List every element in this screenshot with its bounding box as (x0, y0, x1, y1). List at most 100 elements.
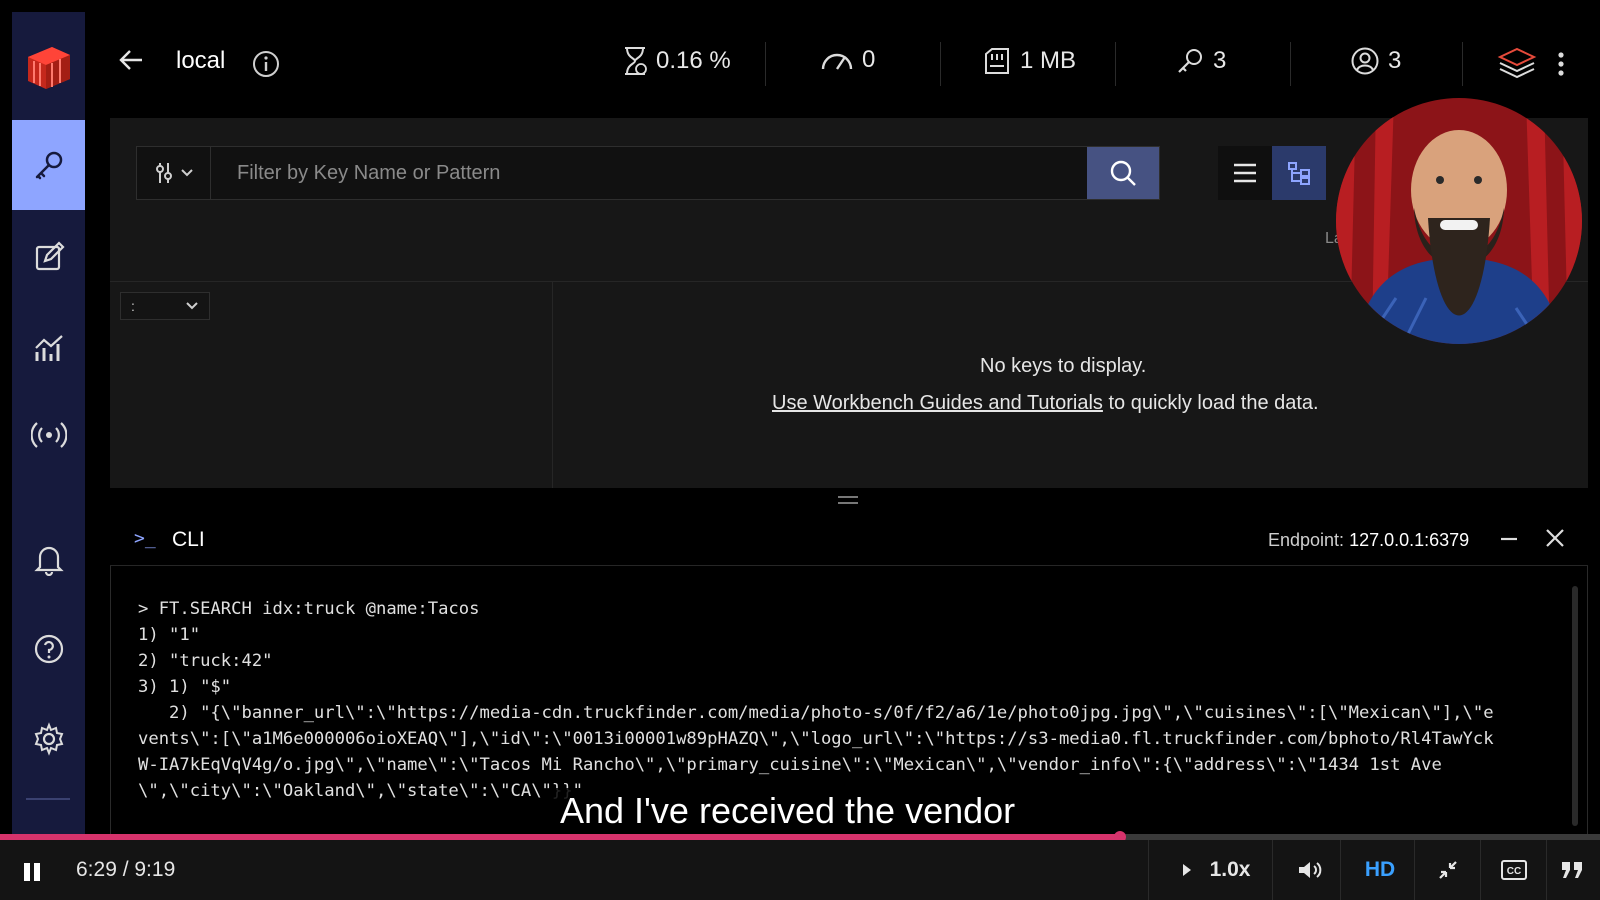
analytics-icon (34, 335, 63, 361)
quote-icon (1562, 862, 1582, 878)
sidebar-item-help[interactable] (12, 604, 85, 694)
cli-line: 2) "{\"banner_url\":\"https://media-cdn.… (138, 703, 1494, 723)
playback-speed: 1.0x (1209, 858, 1251, 881)
chevron-down-icon (186, 302, 198, 310)
transcript-button[interactable] (1552, 850, 1592, 890)
presenter-image (1336, 98, 1582, 344)
player-divider (1480, 840, 1481, 900)
resize-handle[interactable] (838, 496, 858, 504)
key-filter-input[interactable] (211, 147, 1087, 199)
stat-memory: 1 MB (982, 46, 1076, 76)
close-icon (1546, 529, 1564, 547)
cc-label: CC (1507, 866, 1521, 877)
search-button[interactable] (1087, 147, 1159, 199)
sidebar-item-browser[interactable] (12, 120, 85, 210)
filter-icon (155, 163, 172, 183)
sidebar-item-notifications[interactable] (12, 514, 85, 604)
collapse-icon (1439, 861, 1457, 879)
player-divider (1148, 840, 1149, 900)
cli-line: 2) "truck:42" (138, 651, 273, 671)
stat-memory-value: 1 MB (1020, 47, 1077, 74)
player-divider (1340, 840, 1341, 900)
sidebar-item-workbench[interactable] (12, 212, 85, 302)
stat-clients-value: 3 (1388, 47, 1402, 74)
pause-icon (24, 863, 40, 881)
presenter-webcam (1336, 98, 1582, 344)
video-caption: And I've received the vendor (550, 788, 1026, 834)
player-divider (1546, 840, 1547, 900)
tree-view-button[interactable] (1272, 146, 1326, 200)
delimiter-select[interactable]: : (120, 292, 210, 320)
help-icon (34, 634, 63, 664)
stat-ops: 0 (820, 46, 875, 74)
cli-line: 1) "1" (138, 625, 201, 645)
panel-divider (552, 281, 553, 488)
cli-line: W-IA7kEqVqV4g/o.jpg\",\"name\":\"Tacos M… (138, 755, 1442, 775)
key-icon (35, 151, 62, 180)
cli-output: > FT.SEARCH idx:truck @name:Tacos 1) "1" 2… (138, 596, 1558, 804)
sidebar-item-settings[interactable] (12, 694, 85, 784)
cli-line: > FT.SEARCH idx:truck @name:Tacos (138, 599, 480, 619)
more-menu-button[interactable] (1556, 50, 1566, 83)
volume-button[interactable] (1290, 850, 1330, 890)
redis-logo-icon (27, 47, 70, 89)
stat-divider (1290, 42, 1291, 86)
redis-logo[interactable] (12, 12, 85, 120)
guides-tutorials-link[interactable]: Use Workbench Guides and Tutorials (772, 392, 1103, 414)
gear-icon (34, 722, 63, 756)
playback-time: 6:29 / 9:19 (76, 858, 176, 881)
stat-cpu-value: 0.16 % (656, 47, 731, 74)
database-name: local (176, 47, 226, 74)
broadcast-icon (30, 422, 67, 448)
cli-scrollbar[interactable] (1572, 586, 1578, 826)
info-button[interactable] (252, 50, 280, 83)
filter-bar (136, 146, 1160, 200)
back-button[interactable] (118, 46, 146, 79)
empty-state-hint: Use Workbench Guides and Tutorials to qu… (772, 392, 1319, 415)
stat-clients: 3 (1350, 46, 1401, 76)
stat-divider (765, 42, 766, 86)
pause-button[interactable] (22, 862, 42, 887)
minus-icon (1501, 537, 1517, 541)
player-divider (1414, 840, 1415, 900)
bell-icon (33, 546, 64, 576)
layers-icon (1497, 47, 1537, 79)
key-icon (1178, 49, 1202, 73)
stat-keys-value: 3 (1213, 47, 1227, 74)
sidebar-item-analysis[interactable] (12, 302, 85, 392)
empty-state-title: No keys to display. (980, 355, 1147, 377)
search-icon (1110, 160, 1136, 186)
kebab-menu-icon (1558, 52, 1564, 76)
info-icon (253, 51, 279, 77)
insights-button[interactable] (1497, 46, 1537, 85)
delimiter-value: : (131, 298, 135, 314)
hourglass-icon (625, 47, 647, 75)
list-view-button[interactable] (1218, 146, 1272, 200)
quality-button[interactable]: HD (1356, 850, 1404, 890)
memory-icon (985, 48, 1009, 74)
playback-speed-button[interactable]: 1.0x (1166, 850, 1266, 890)
terminal-icon: >_ (134, 528, 156, 549)
speedometer-icon (821, 53, 853, 70)
player-divider (1272, 840, 1273, 900)
edit-icon (35, 241, 65, 271)
stat-divider (1462, 42, 1463, 86)
stat-ops-value: 0 (862, 46, 876, 73)
cli-minimize-button[interactable] (1500, 530, 1518, 554)
stat-keys: 3 (1175, 46, 1226, 76)
stat-divider (1115, 42, 1116, 86)
captions-button[interactable]: CC (1494, 850, 1534, 890)
cli-line: 3) 1) "$" (138, 677, 232, 697)
endpoint-value: 127.0.0.1:6379 (1349, 530, 1470, 550)
empty-state-suffix: to quickly load the data. (1102, 392, 1319, 414)
user-icon (1351, 47, 1379, 75)
exit-fullscreen-button[interactable] (1428, 850, 1468, 890)
cli-title: CLI (172, 528, 205, 551)
key-type-filter[interactable] (137, 147, 211, 199)
cli-close-button[interactable] (1545, 528, 1565, 553)
list-icon (1234, 163, 1256, 183)
chevron-down-icon (180, 169, 193, 177)
tree-icon (1288, 162, 1310, 185)
endpoint-label: Endpoint: (1268, 530, 1345, 550)
sidebar-item-pubsub[interactable] (12, 390, 85, 480)
